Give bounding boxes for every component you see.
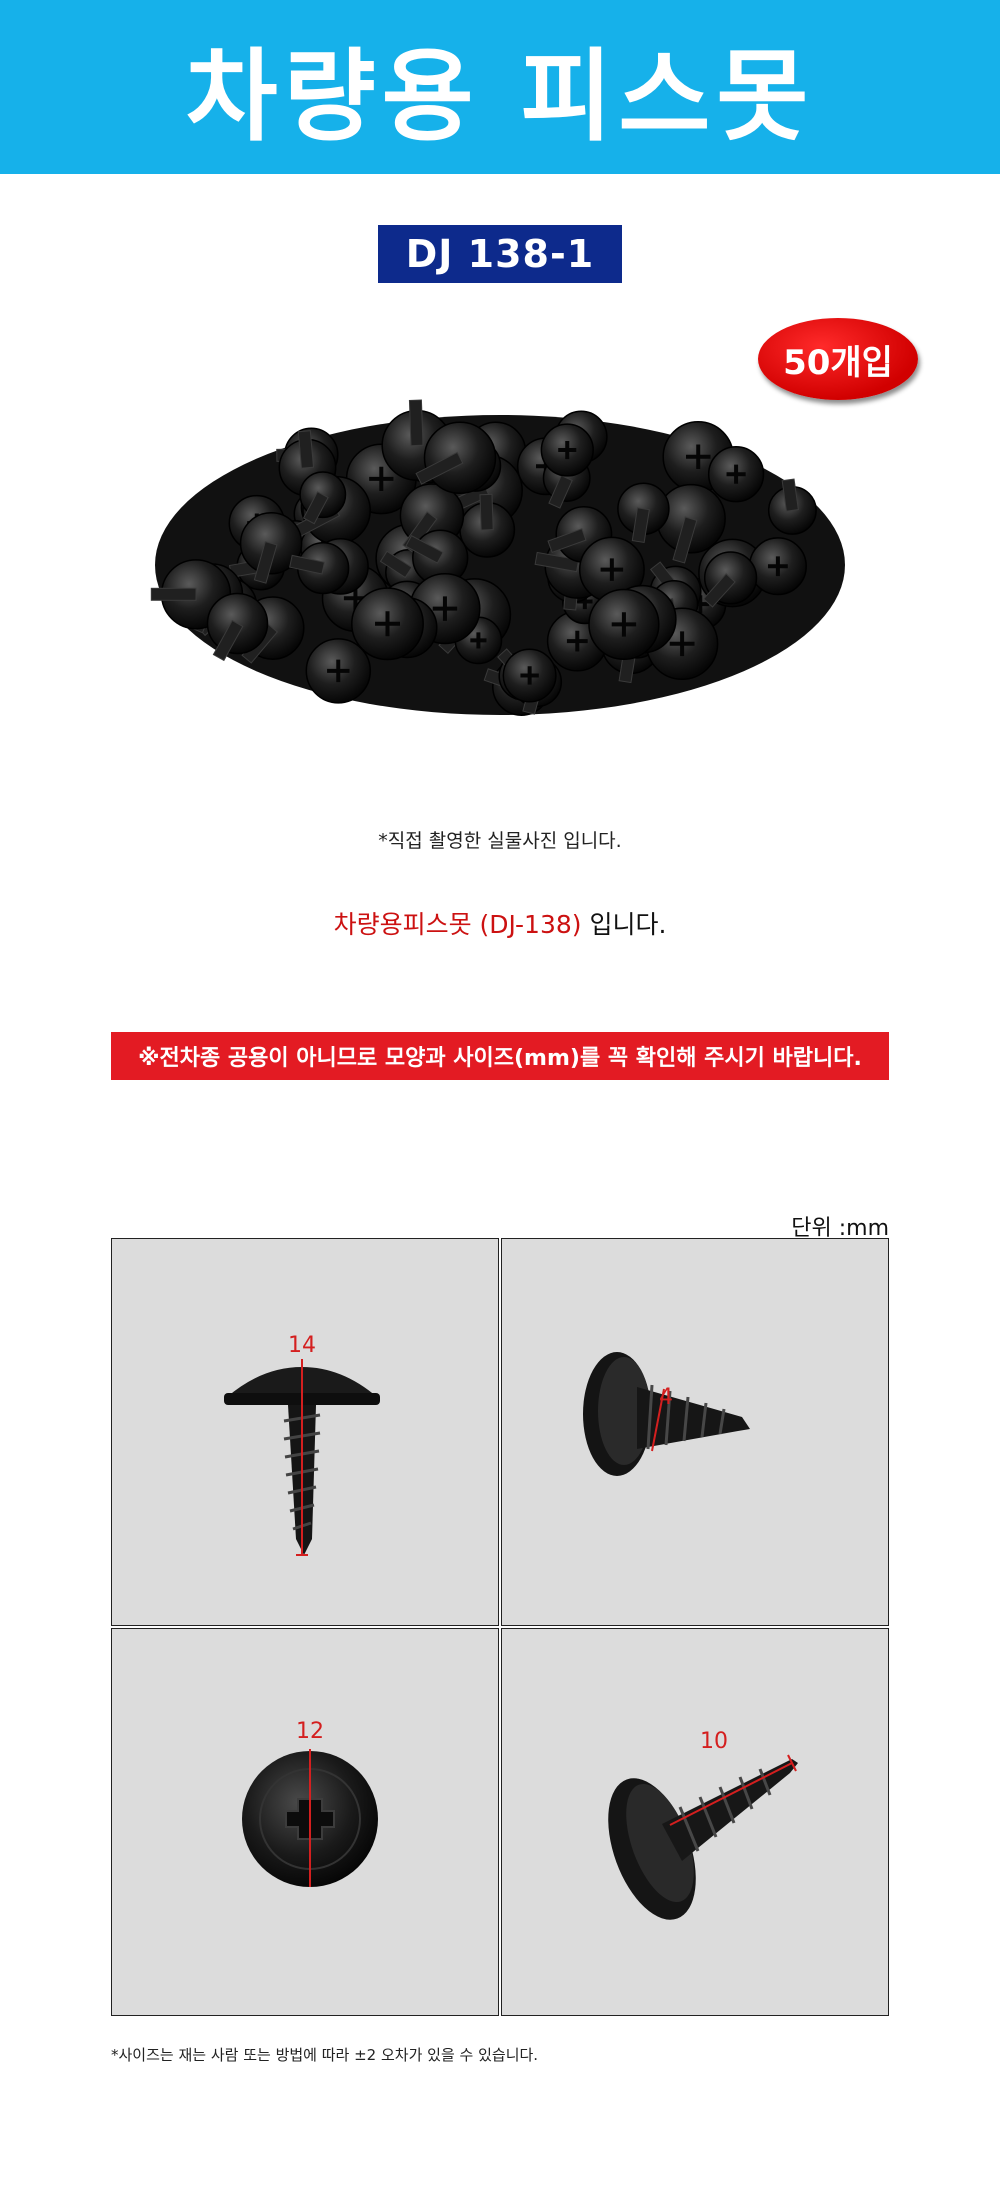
warning-bar: ※전차종 공용이 아니므로 모양과 사이즈(mm)를 꼭 확인해 주시기 바랍니… [111, 1032, 889, 1080]
dimension-label-thread-length: 10 [700, 1729, 728, 1754]
screw-angle-view [583, 1352, 750, 1476]
dimension-label-head-diameter: 12 [296, 1719, 324, 1744]
product-description: 차량용피스못 (DJ-138) 입니다. [0, 905, 1000, 941]
dimension-label-length: 14 [288, 1333, 316, 1358]
footer-note: *사이즈는 재는 사람 또는 방법에 따라 ±2 오차가 있을 수 있습니다. [111, 2046, 539, 2064]
dimension-panel-thread: 10 [501, 1628, 889, 2016]
photo-note: *직접 촬영한 실물사진 입니다. [378, 830, 622, 852]
product-description-suffix: 입니다. [581, 910, 667, 939]
quantity-badge: 50개입 [758, 318, 918, 400]
dimension-grid: 14 4 12 10 [111, 1238, 889, 2016]
model-badge: DJ 138-1 [378, 225, 622, 283]
dimension-label-head-thickness: 4 [659, 1385, 673, 1410]
product-description-name: 차량용피스못 (DJ-138) [333, 910, 582, 939]
screw-front-view [224, 1359, 380, 1556]
screw-thread-view [608, 1754, 798, 1920]
dimension-panel-angle: 4 [501, 1238, 889, 1626]
page-title: 차량용 피스못 [185, 37, 815, 155]
screw-top-view [242, 1749, 378, 1887]
dimension-panel-top: 12 [111, 1628, 499, 2016]
header-banner: 차량용 피스못 [0, 0, 1000, 174]
dimension-panel-front: 14 [111, 1238, 499, 1626]
